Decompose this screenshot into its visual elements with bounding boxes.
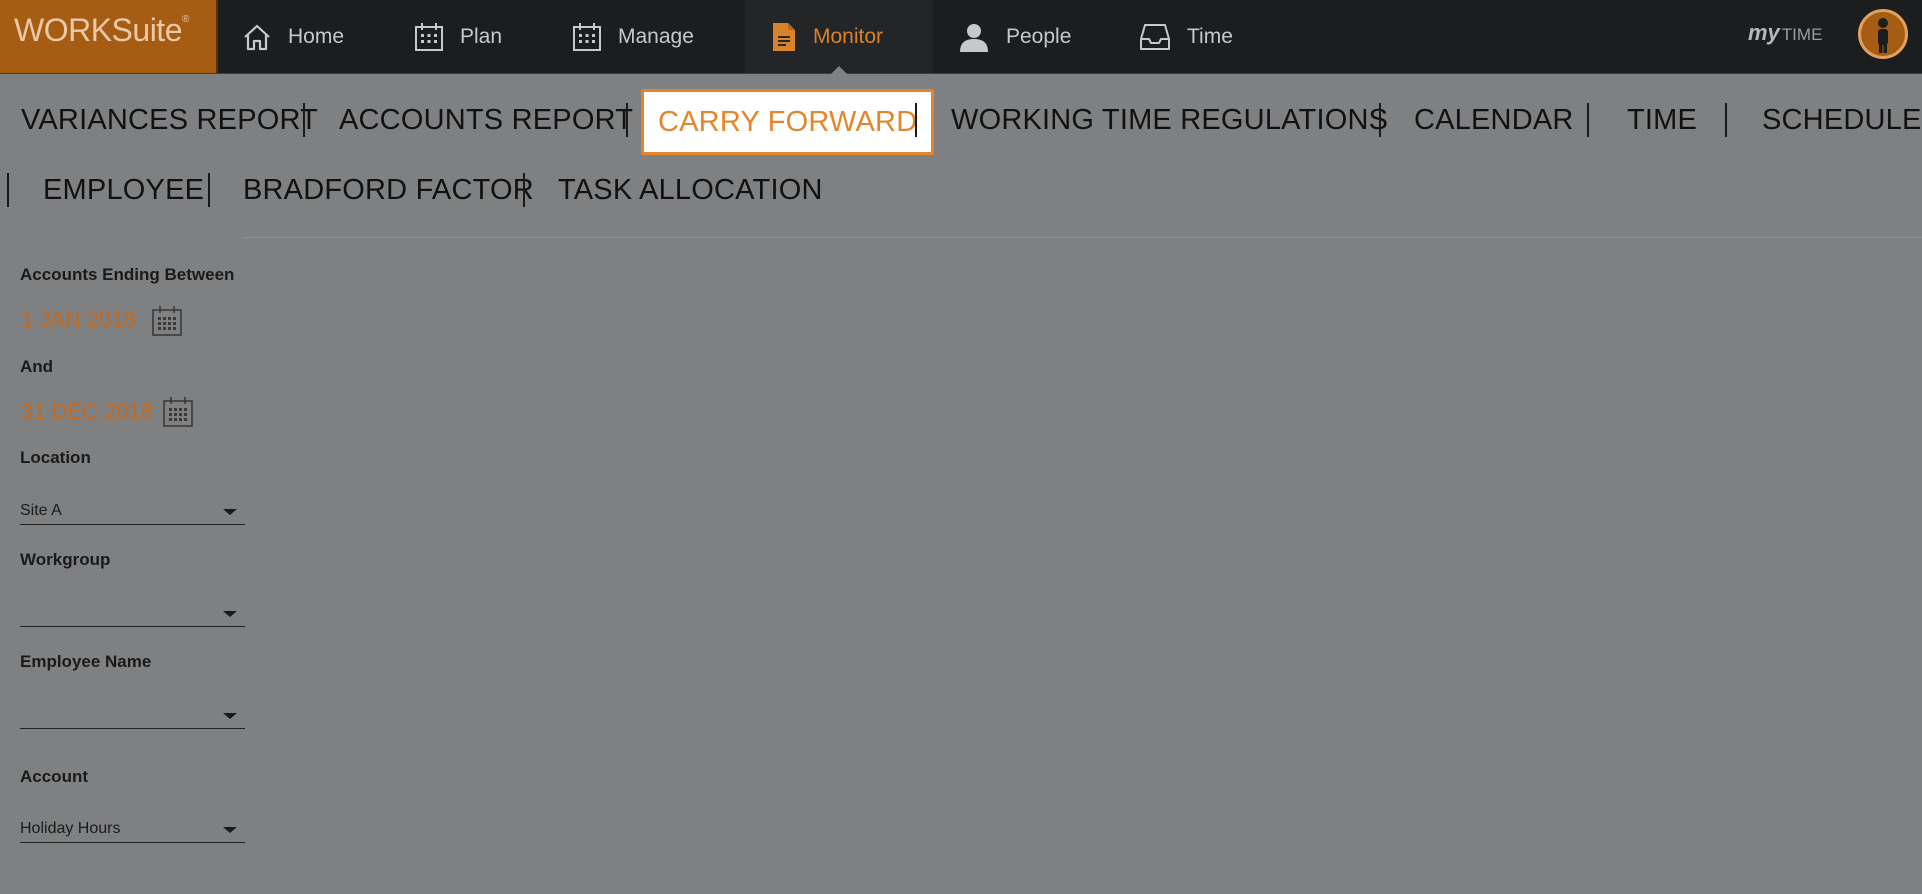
- nav-plan-label: Plan: [460, 24, 503, 48]
- tab-variances-report[interactable]: VARIANCES REPORT: [21, 102, 318, 138]
- tab-separator: [1587, 103, 1589, 137]
- tab-separator: [626, 103, 628, 137]
- workgroup-label: Workgroup: [20, 550, 111, 569]
- employee-name-label: Employee Name: [20, 652, 152, 671]
- tab-separator: [1725, 103, 1727, 137]
- account-value: Holiday Hours: [20, 820, 121, 837]
- location-select[interactable]: Site A: [20, 494, 245, 525]
- and-label: And: [20, 357, 54, 376]
- account-label: Account: [20, 767, 88, 786]
- nav-plan[interactable]: Plan: [414, 0, 502, 73]
- calendar-icon: [572, 22, 602, 52]
- nav-monitor[interactable]: Monitor: [745, 0, 933, 74]
- nav-time-label: Time: [1187, 24, 1233, 48]
- tab-bradford-factor[interactable]: BRADFORD FACTOR: [243, 172, 534, 208]
- top-nav-bar: WORKSuite® Home Plan Manage Monitor Peop…: [0, 0, 1922, 74]
- nav-manage[interactable]: Manage: [572, 0, 694, 73]
- calendar-icon: [414, 22, 444, 52]
- tab-accounts-report[interactable]: ACCOUNTS REPORT: [339, 102, 633, 138]
- location-label: Location: [20, 448, 91, 467]
- end-date-calendar-icon[interactable]: [162, 396, 194, 433]
- tab-separator: [303, 103, 305, 137]
- start-date-field[interactable]: 1 JAN 2018: [21, 307, 136, 333]
- tab-task-allocation[interactable]: TASK ALLOCATION: [558, 172, 823, 208]
- avatar-person-icon: [1878, 18, 1888, 53]
- tab-time[interactable]: TIME: [1627, 102, 1697, 138]
- home-icon: [242, 23, 272, 51]
- mytime-my: my: [1748, 20, 1780, 45]
- end-date-field[interactable]: 31 DEC 2018: [21, 399, 153, 425]
- accounts-ending-label: Accounts Ending Between: [20, 265, 235, 284]
- tab-carry-forward[interactable]: CARRY FORWARD: [641, 89, 935, 155]
- start-date-calendar-icon[interactable]: [151, 305, 183, 342]
- tab-separator: [1379, 103, 1381, 137]
- mytime-link[interactable]: my TIME: [1748, 20, 1822, 50]
- inbox-icon: [1139, 23, 1171, 51]
- nav-manage-label: Manage: [618, 24, 694, 48]
- nav-home-label: Home: [288, 24, 345, 48]
- tab-separator: [208, 173, 210, 207]
- tab-separator: [7, 173, 9, 207]
- tab-employee[interactable]: EMPLOYEE: [43, 172, 204, 208]
- document-icon: [771, 22, 797, 52]
- worksuite-logo[interactable]: WORKSuite®: [0, 0, 218, 73]
- nav-people-label: People: [1006, 24, 1072, 48]
- nav-people[interactable]: People: [958, 0, 1071, 73]
- nav-monitor-label: Monitor: [813, 24, 884, 48]
- tab-working-time-regulations[interactable]: WORKING TIME REGULATIONS: [951, 102, 1388, 138]
- tab-separator: [915, 103, 917, 137]
- logo-text: WORKSuite: [14, 12, 182, 48]
- user-avatar[interactable]: [1858, 9, 1908, 59]
- nav-time[interactable]: Time: [1139, 0, 1233, 73]
- employee-name-select[interactable]: [20, 698, 245, 729]
- chevron-down-icon: [223, 509, 237, 515]
- nav-home[interactable]: Home: [242, 0, 344, 73]
- account-select[interactable]: Holiday Hours: [20, 812, 245, 843]
- chevron-down-icon: [223, 827, 237, 833]
- registered-mark: ®: [181, 14, 189, 25]
- person-icon: [958, 21, 990, 53]
- tab-separator: [523, 173, 525, 207]
- location-value: Site A: [20, 502, 62, 519]
- tab-schedule[interactable]: SCHEDULE: [1762, 102, 1922, 138]
- workgroup-select[interactable]: [20, 596, 245, 627]
- chevron-down-icon: [223, 713, 237, 719]
- chevron-down-icon: [223, 611, 237, 617]
- content-divider: [244, 237, 1922, 238]
- mytime-time: TIME: [1781, 25, 1823, 44]
- tab-calendar[interactable]: CALENDAR: [1414, 102, 1574, 138]
